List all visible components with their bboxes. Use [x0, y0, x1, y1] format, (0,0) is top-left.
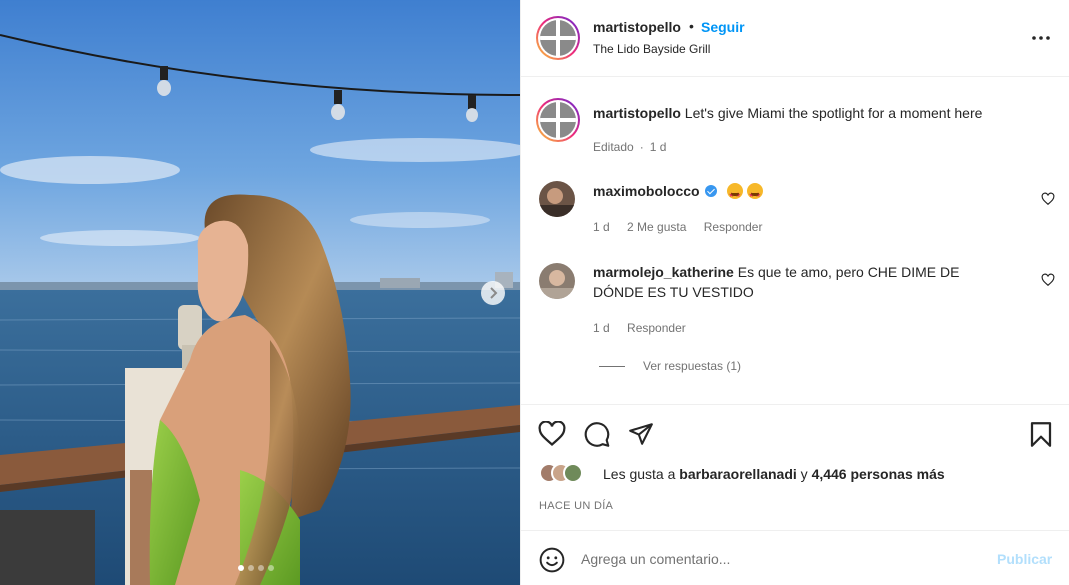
likes-prefix: Les gusta a: [603, 466, 676, 482]
caption-meta: Editado · 1 d: [593, 140, 667, 154]
post-details-panel: martistopello • Seguir The Lido Bayside …: [520, 0, 1069, 585]
bookmark-icon[interactable]: [1029, 421, 1053, 448]
comment-like-icon[interactable]: [1041, 192, 1055, 206]
caption-time: 1 d: [649, 140, 667, 154]
comment-time: 1 d: [593, 220, 610, 234]
comment-time: 1 d: [593, 321, 610, 335]
comments-section: martistopello Let's give Miami the spotl…: [521, 78, 1069, 403]
reply-button[interactable]: Responder: [704, 220, 763, 234]
post-date[interactable]: HACE UN DÍA: [539, 500, 613, 512]
share-icon[interactable]: [627, 421, 655, 447]
comment: maximobolocco: [593, 181, 764, 205]
carousel-dot: [238, 565, 244, 571]
verified-icon: [705, 185, 718, 197]
likes-connector: y: [800, 466, 808, 482]
follow-button[interactable]: Seguir: [701, 19, 745, 35]
replies-divider: [599, 365, 625, 367]
post-media[interactable]: [0, 0, 520, 585]
comment-input[interactable]: [581, 548, 981, 570]
emoji-icon[interactable]: [539, 547, 565, 573]
post-header: martistopello • Seguir The Lido Bayside …: [521, 0, 1069, 77]
comment-avatar[interactable]: [539, 263, 575, 299]
comment-icon[interactable]: [583, 421, 611, 448]
comment: marmolejo_katherine Es que te amo, pero …: [593, 262, 993, 302]
view-replies-button[interactable]: Ver respuestas (1): [599, 359, 741, 373]
carousel-dot: [258, 565, 264, 571]
carousel-dot: [248, 565, 254, 571]
edited-label: Editado: [593, 140, 634, 154]
header-separator: •: [689, 18, 694, 34]
comment-likes[interactable]: 2 Me gusta: [627, 220, 686, 234]
post-actions: Les gusta a barbaraorellanadi y 4,446 pe…: [521, 404, 1069, 530]
comment-composer: Publicar: [521, 530, 1069, 585]
star-struck-emoji-icon: [727, 183, 744, 205]
caption-username[interactable]: martistopello: [593, 105, 681, 121]
author-avatar[interactable]: [536, 16, 580, 60]
post-location[interactable]: The Lido Bayside Grill: [593, 42, 710, 56]
avatar: [563, 463, 583, 483]
view-replies-label: Ver respuestas (1): [643, 359, 742, 373]
post-photo: [0, 0, 520, 585]
comment-like-icon[interactable]: [1041, 273, 1055, 287]
next-slide-button[interactable]: [481, 281, 505, 305]
caption-text: Let's give Miami the spotlight for a mom…: [684, 105, 983, 121]
next-slide-icon: [490, 287, 498, 299]
star-struck-emoji-icon: [747, 183, 764, 205]
comment-meta: 1 d Responder: [593, 321, 700, 335]
caption-avatar[interactable]: [536, 98, 580, 142]
likes-count[interactable]: 4,446 personas más: [812, 466, 945, 482]
likes-summary[interactable]: Les gusta a barbaraorellanadi y 4,446 pe…: [603, 466, 945, 482]
publish-button[interactable]: Publicar: [997, 551, 1052, 567]
comment-username[interactable]: maximobolocco: [593, 183, 700, 199]
comment-meta: 1 d 2 Me gusta Responder: [593, 220, 776, 234]
carousel-indicator: [238, 565, 274, 571]
liked-by-avatars[interactable]: [539, 463, 583, 483]
heart-icon[interactable]: [538, 421, 566, 447]
carousel-dot: [268, 565, 274, 571]
more-options-icon[interactable]: [1031, 30, 1051, 46]
reply-button[interactable]: Responder: [627, 321, 686, 335]
comment-username[interactable]: marmolejo_katherine: [593, 264, 734, 280]
author-username[interactable]: martistopello: [593, 19, 681, 35]
caption: martistopello Let's give Miami the spotl…: [593, 103, 1043, 123]
comment-avatar[interactable]: [539, 181, 575, 217]
liked-by-username[interactable]: barbaraorellanadi: [679, 466, 797, 482]
